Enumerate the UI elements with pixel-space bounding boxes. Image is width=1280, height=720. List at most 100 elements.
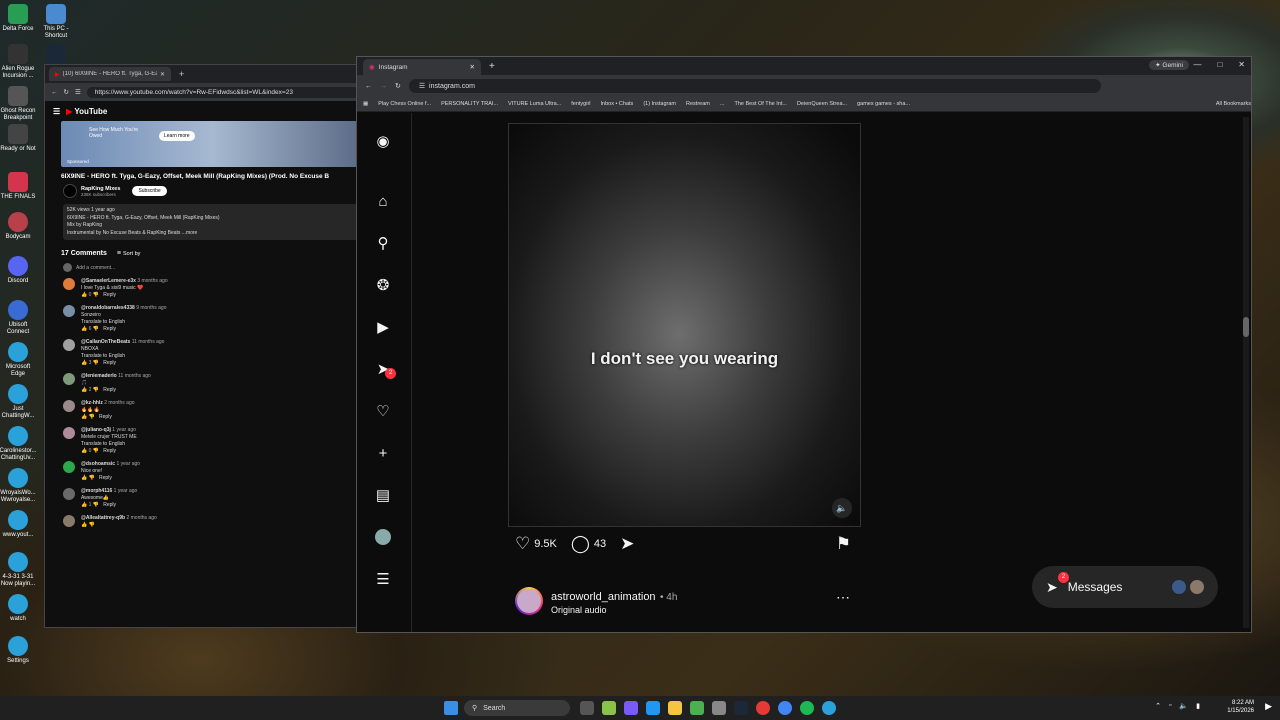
thumb-down-icon[interactable]: 👎 — [93, 448, 99, 454]
dashboard-icon[interactable]: ▤ — [374, 487, 392, 505]
desktop-icon-bodycam[interactable]: Bodycam — [0, 212, 38, 241]
comment-author[interactable]: @morph4116 — [81, 488, 112, 494]
maximize-icon[interactable]: □ — [1217, 60, 1222, 69]
bookmark-item[interactable]: DeienQueen Strea... — [797, 101, 847, 107]
translate-link[interactable]: Translate to English — [81, 353, 164, 360]
close-window-icon[interactable]: ✕ — [1238, 60, 1245, 69]
reload-icon[interactable]: ↻ — [395, 82, 401, 90]
reply-button[interactable]: Reply — [103, 360, 116, 366]
ig-url-field[interactable]: ☰ instagram.com — [408, 79, 1101, 93]
desktop-icon-the-finals[interactable]: THE FINALS — [0, 172, 38, 201]
comment-author[interactable]: @CallanOnTheBeats — [81, 339, 130, 345]
bookmark-item[interactable]: VITURE Luma Ultra... — [508, 101, 561, 107]
thumb-up-icon[interactable]: 👍 — [81, 326, 87, 332]
comment-icon[interactable]: ◯ — [571, 534, 590, 554]
comment-avatar[interactable] — [63, 427, 75, 439]
desktop-icon-watch[interactable]: watch — [0, 594, 38, 623]
comment-author[interactable]: @leniemaderlo — [81, 373, 117, 379]
thumb-up-icon[interactable]: 👍 — [81, 387, 87, 393]
home-icon[interactable]: ⌂ — [374, 193, 392, 211]
desktop-icon-edge-shortcut-5[interactable]: 4-3-31 3-31 Now playin... — [0, 552, 38, 588]
bookmark-item[interactable]: PERSONALITY TRAI... — [441, 101, 498, 107]
bookmark-item[interactable]: Inbox • Chats — [601, 101, 634, 107]
translate-link[interactable]: Translate to English — [81, 319, 167, 326]
comment-author[interactable]: @kz-hhlz — [81, 400, 103, 406]
desktop-icon-settings[interactable]: Settings — [0, 636, 38, 665]
scrollbar-thumb[interactable] — [1243, 317, 1249, 337]
page-scrollbar[interactable] — [1243, 117, 1249, 628]
sound-toggle-icon[interactable]: 🔈 — [832, 498, 852, 518]
site-info-icon[interactable]: ☰ — [75, 88, 81, 96]
comment-author[interactable]: @ronaldobarrales4338 — [81, 305, 135, 311]
reply-button[interactable]: Reply — [103, 387, 116, 393]
more-menu-icon[interactable]: ☰ — [374, 571, 392, 589]
comment-avatar[interactable] — [63, 305, 75, 317]
chevron-up-icon[interactable]: ⌃ — [1155, 702, 1161, 710]
save-icon[interactable]: ⚑ — [836, 534, 851, 554]
desktop-icon-edge-shortcut-2[interactable]: Carolinestor... ChattingUv... — [0, 426, 38, 462]
task-view-icon[interactable] — [580, 701, 594, 715]
spotify-icon[interactable] — [800, 701, 814, 715]
thumb-down-icon[interactable]: 👎 — [89, 475, 95, 481]
comment-author[interactable]: @dsohoamsic — [81, 461, 115, 467]
thumb-down-icon[interactable]: 👎 — [93, 387, 99, 393]
reels-icon[interactable]: ▶ — [374, 319, 392, 337]
youtube-logo-icon[interactable]: ▶ — [66, 107, 72, 116]
learn-more-button[interactable]: Learn more — [159, 131, 195, 141]
desktop-icon-steam[interactable] — [36, 44, 76, 66]
back-icon[interactable]: ← — [51, 89, 58, 96]
bookmark-item[interactable]: Restream — [686, 101, 710, 107]
reply-button[interactable]: Reply — [103, 502, 116, 508]
comment-avatar[interactable] — [63, 515, 75, 527]
thumb-up-icon[interactable]: 👍 — [81, 522, 87, 528]
search-icon[interactable]: ⚲ — [374, 235, 392, 253]
channel-name[interactable]: RapKing Mixes — [81, 186, 120, 192]
reply-button[interactable]: Reply — [103, 448, 116, 454]
profile-avatar[interactable] — [374, 529, 392, 547]
comment-avatar[interactable] — [63, 339, 75, 351]
desktop-icon-edge[interactable]: Microsoft Edge — [0, 342, 38, 378]
comment-avatar[interactable] — [63, 373, 75, 385]
youtube-logo[interactable]: YouTube — [74, 107, 107, 116]
subscribe-button[interactable]: Subscribe — [132, 186, 167, 196]
steam-icon[interactable] — [734, 701, 748, 715]
channel-avatar[interactable] — [63, 184, 77, 198]
heart-icon[interactable]: ♡ — [374, 403, 392, 421]
bookmark-item[interactable]: ... — [720, 101, 725, 107]
thumb-up-icon[interactable]: 👍 — [81, 502, 87, 508]
comment-author[interactable]: @Allealtattrey-q9b — [81, 515, 125, 521]
post-audio[interactable]: Original audio — [551, 605, 677, 615]
new-tab-icon[interactable]: + — [179, 69, 184, 79]
comment-avatar[interactable] — [63, 461, 75, 473]
notification-bell-icon[interactable]: ▶ — [1265, 701, 1272, 712]
file-explorer-icon[interactable] — [668, 701, 682, 715]
add-comment-input[interactable]: Add a comment... — [76, 265, 115, 271]
taskbar-search[interactable]: ⚲ Search — [464, 700, 570, 716]
create-icon[interactable]: + — [374, 445, 392, 463]
thumb-down-icon[interactable]: 👎 — [93, 292, 99, 298]
back-icon[interactable]: ← — [365, 83, 372, 90]
app-icon[interactable] — [624, 701, 638, 715]
reload-icon[interactable]: ↻ — [64, 88, 69, 96]
instagram-logo-icon[interactable]: ◉ — [374, 133, 392, 151]
sort-by-button[interactable]: ≡ Sort by — [117, 250, 140, 257]
desktop-icon-ubisoft[interactable]: Ubisoft Connect — [0, 300, 38, 336]
bookmark-item[interactable]: Play Chess Online f... — [378, 101, 431, 107]
comment-avatar[interactable] — [63, 278, 75, 290]
comment-avatar[interactable] — [63, 488, 75, 500]
start-icon[interactable] — [444, 701, 458, 715]
desktop-icon-this-pc[interactable]: This PC - Shortcut — [36, 4, 76, 40]
gemini-button[interactable]: ✦ Gemini — [1149, 60, 1189, 70]
clock[interactable]: 8:22 AM 1/15/2026 — [1227, 699, 1254, 715]
bookmark-item[interactable]: games games - sha... — [857, 101, 910, 107]
messages-button[interactable]: ➤ 2 Messages — [1032, 566, 1218, 608]
desktop-icon-ready-or-not[interactable]: Ready or Not — [0, 124, 38, 153]
volume-icon[interactable]: 🔈 — [1179, 702, 1188, 710]
video-description[interactable]: 52K views 1 year ago 6IX9INE - HERO ft. … — [63, 204, 363, 240]
close-tab-icon[interactable]: ✕ — [160, 71, 165, 78]
comment-author[interactable]: @juliano-q3j — [81, 427, 111, 433]
bookmark-item[interactable]: All Bookmarks — [1216, 101, 1251, 107]
close-tab-icon[interactable]: ✕ — [470, 63, 475, 71]
thumb-down-icon[interactable]: 👎 — [93, 502, 99, 508]
settings-icon[interactable] — [712, 701, 726, 715]
